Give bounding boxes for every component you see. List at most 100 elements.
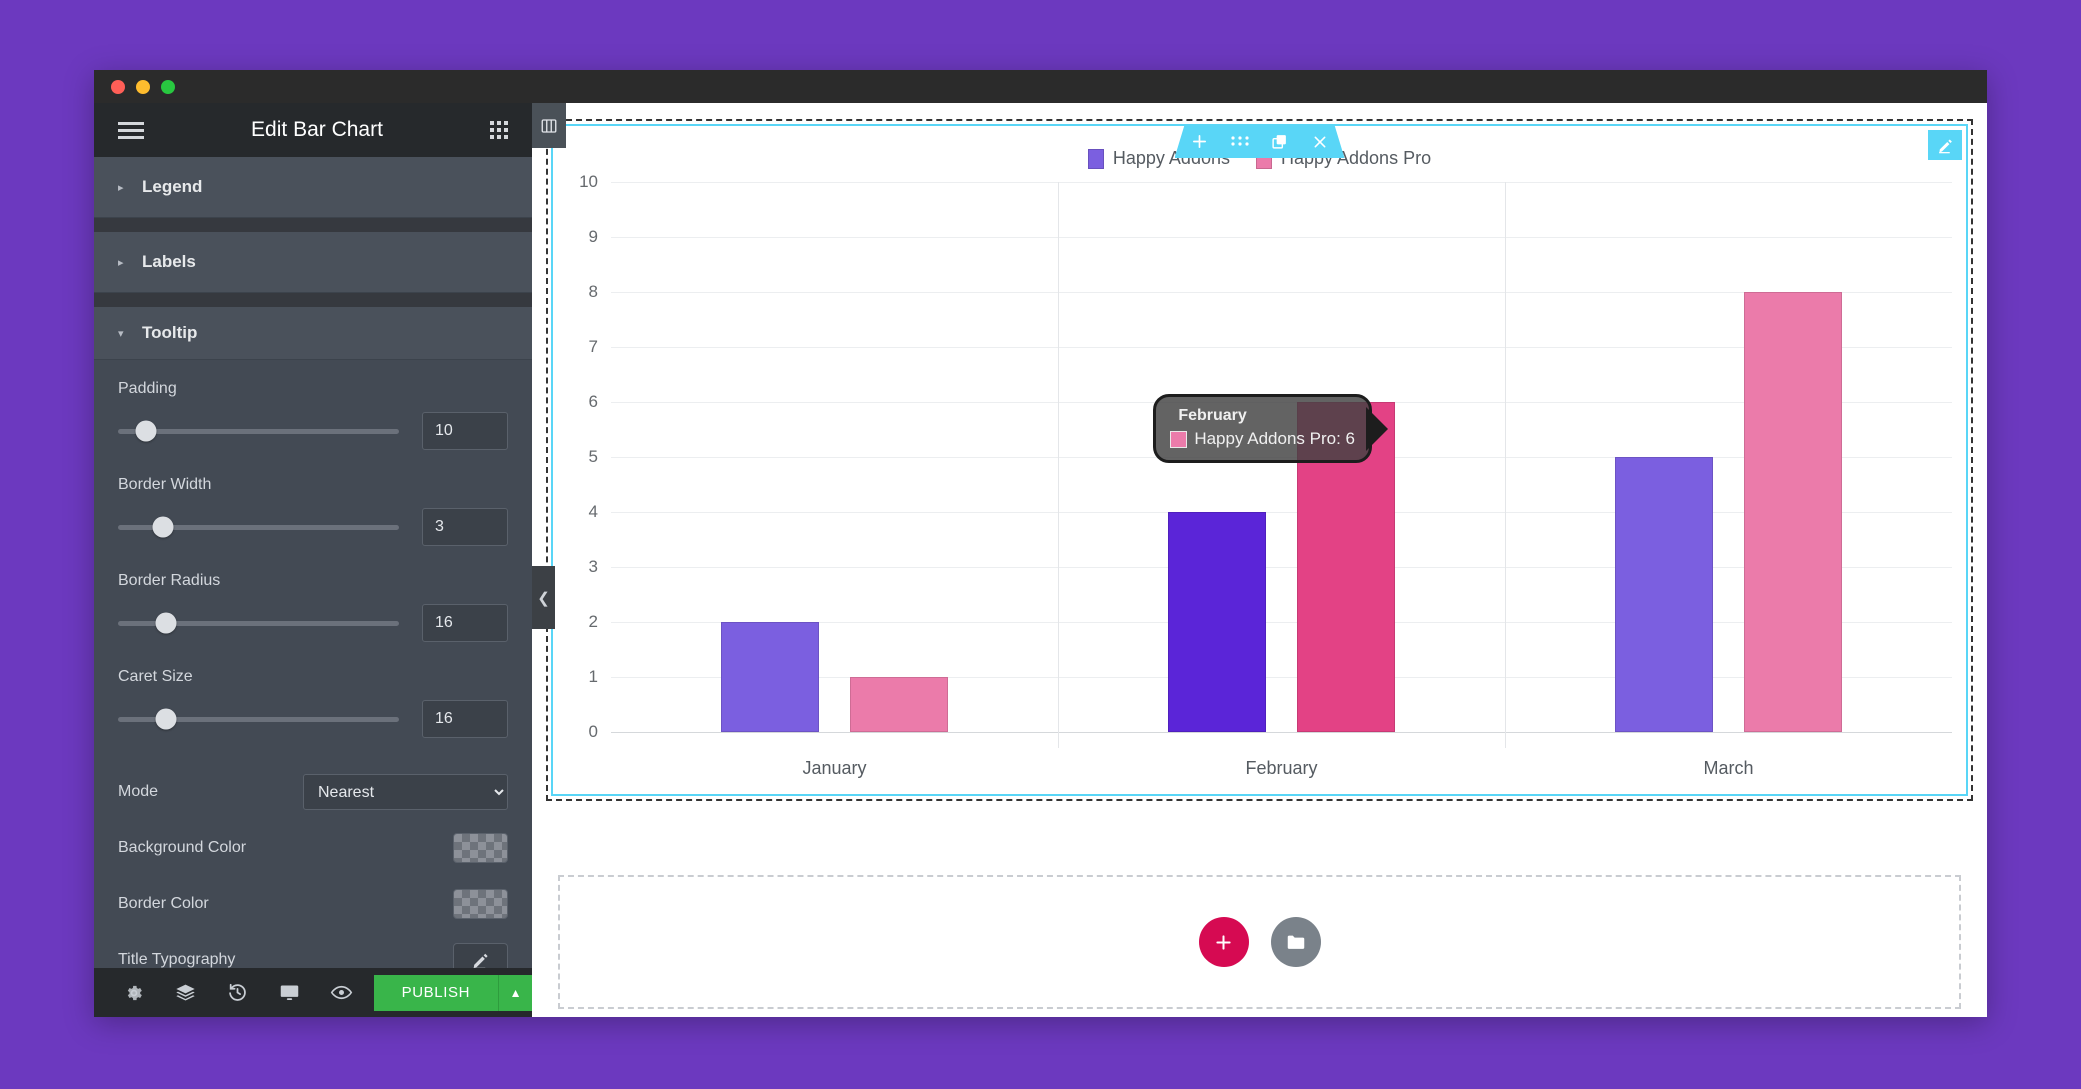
bar-march-series-1[interactable] bbox=[1744, 292, 1843, 732]
control-mode: Mode Nearest bbox=[94, 764, 532, 820]
y-axis-tick-label: 9 bbox=[588, 227, 598, 246]
panel-scroll-area[interactable]: ▸ Legend ▸ Labels ▾ Tooltip Padding 10 B… bbox=[94, 157, 532, 968]
section-duplicate-icon[interactable] bbox=[1263, 125, 1297, 158]
border-width-slider[interactable] bbox=[118, 516, 399, 538]
section-labels-label: Labels bbox=[142, 252, 196, 271]
caret-size-slider[interactable] bbox=[118, 708, 399, 730]
publish-options-caret[interactable]: ▲ bbox=[498, 974, 533, 1011]
tooltip-title: February bbox=[1178, 407, 1247, 424]
y-axis-tick-label: 6 bbox=[588, 392, 598, 411]
chevron-left-icon[interactable]: ❮ bbox=[532, 566, 555, 629]
widget-edit-pencil-icon[interactable] bbox=[1928, 130, 1962, 160]
window-close-button[interactable] bbox=[111, 79, 125, 94]
border-width-input[interactable]: 3 bbox=[422, 508, 508, 546]
chevron-down-icon: ▾ bbox=[118, 327, 124, 340]
y-axis-tick-label: 1 bbox=[588, 667, 598, 686]
x-axis-tick-label: February bbox=[1245, 758, 1318, 778]
section-tooltip-label: Tooltip bbox=[142, 323, 198, 342]
border-radius-slider-knob[interactable] bbox=[155, 612, 177, 634]
section-labels[interactable]: ▸ Labels bbox=[94, 232, 532, 293]
chevron-right-icon: ▸ bbox=[118, 256, 124, 269]
panel-header: Edit Bar Chart bbox=[94, 103, 532, 157]
border-color-label: Border Color bbox=[118, 895, 209, 912]
tooltip-caret-icon bbox=[1365, 406, 1388, 451]
section-tooltip[interactable]: ▾ Tooltip bbox=[94, 307, 532, 360]
tooltip-body-text: Happy Addons Pro: 6 bbox=[1194, 429, 1355, 448]
padding-slider[interactable] bbox=[118, 420, 399, 442]
preview-eye-icon[interactable] bbox=[316, 968, 368, 1017]
add-section-area bbox=[546, 817, 1973, 1017]
add-template-button[interactable] bbox=[1270, 917, 1321, 967]
y-axis-tick-label: 8 bbox=[588, 282, 598, 301]
section-divider bbox=[94, 218, 532, 232]
y-axis-tick-label: 5 bbox=[588, 447, 598, 466]
title-typography-edit-button[interactable] bbox=[453, 943, 508, 968]
y-axis-tick-label: 4 bbox=[588, 502, 598, 521]
window-zoom-button[interactable] bbox=[161, 79, 175, 94]
bar-january-series-1[interactable] bbox=[850, 677, 949, 732]
y-axis-tick-label: 0 bbox=[588, 722, 598, 741]
bar-february-series-0[interactable] bbox=[1167, 512, 1266, 732]
add-section-dropzone[interactable] bbox=[558, 875, 1961, 1009]
border-radius-input[interactable]: 16 bbox=[422, 604, 508, 642]
editor-canvas: ❮ Happy Addons Happy Addons Pro 0 1 2 3 … bbox=[532, 103, 1987, 1017]
padding-label: Padding bbox=[118, 380, 177, 397]
responsive-icon[interactable] bbox=[264, 968, 316, 1017]
section-drag-handle-icon[interactable] bbox=[1223, 125, 1257, 158]
panel-footer-toolbar: PUBLISH ▲ bbox=[94, 968, 533, 1017]
caret-size-label: Caret Size bbox=[118, 668, 193, 685]
control-border-width: Border Width 3 bbox=[94, 476, 532, 546]
x-axis-tick-label: March bbox=[1703, 758, 1754, 778]
border-radius-slider[interactable] bbox=[118, 612, 399, 634]
control-title-typography: Title Typography bbox=[94, 932, 532, 968]
bar-january-series-0[interactable] bbox=[720, 622, 819, 732]
mode-label: Mode bbox=[118, 783, 159, 800]
publish-button[interactable]: PUBLISH bbox=[373, 974, 498, 1011]
pencil-edit-icon bbox=[473, 953, 488, 968]
bar-chart-widget[interactable]: Happy Addons Happy Addons Pro 0123456789… bbox=[553, 126, 1966, 794]
elementor-editor-window: Edit Bar Chart ▸ Legend ▸ Labels ▾ Toolt… bbox=[94, 70, 1987, 1017]
legend-swatch-icon bbox=[1087, 148, 1104, 169]
elementor-section[interactable]: Happy Addons Happy Addons Pro 0123456789… bbox=[546, 119, 1973, 801]
tooltip-swatch-icon bbox=[1170, 430, 1188, 448]
section-close-x-icon[interactable] bbox=[1303, 125, 1337, 158]
gridline bbox=[611, 732, 1952, 733]
background-color-swatch[interactable] bbox=[453, 833, 508, 863]
window-minimize-button[interactable] bbox=[136, 79, 150, 94]
section-toolbar bbox=[1175, 125, 1345, 158]
title-typography-label: Title Typography bbox=[118, 951, 236, 968]
add-new-section-button[interactable] bbox=[1198, 917, 1249, 967]
section-divider bbox=[94, 293, 532, 307]
y-axis-tick-label: 2 bbox=[588, 612, 598, 631]
gridline bbox=[611, 237, 1952, 238]
section-inner: Happy Addons Happy Addons Pro 0123456789… bbox=[551, 124, 1968, 796]
x-axis-tick-label: January bbox=[802, 758, 867, 778]
gridline bbox=[611, 182, 1952, 183]
chevron-right-icon: ▸ bbox=[118, 181, 124, 194]
control-padding: Padding 10 bbox=[94, 380, 532, 450]
gear-icon[interactable] bbox=[108, 968, 160, 1017]
bar-march-series-0[interactable] bbox=[1614, 457, 1713, 732]
mode-select[interactable]: Nearest bbox=[303, 774, 508, 810]
layers-icon[interactable] bbox=[160, 968, 212, 1017]
control-border-color: Border Color bbox=[94, 876, 532, 932]
y-axis-tick-label: 10 bbox=[579, 172, 598, 191]
grid-apps-icon[interactable] bbox=[490, 121, 508, 139]
caret-size-slider-knob[interactable] bbox=[155, 708, 177, 730]
caret-size-input[interactable]: 16 bbox=[422, 700, 508, 738]
padding-input[interactable]: 10 bbox=[422, 412, 508, 450]
y-axis-tick-label: 7 bbox=[588, 337, 598, 356]
panel-title: Edit Bar Chart bbox=[251, 118, 383, 141]
dock-panel-icon[interactable] bbox=[532, 103, 566, 148]
border-width-slider-knob[interactable] bbox=[152, 516, 174, 538]
chart-tooltip: February Happy Addons Pro: 6 bbox=[1153, 394, 1388, 463]
border-color-swatch[interactable] bbox=[453, 889, 508, 919]
section-add-icon[interactable] bbox=[1183, 125, 1217, 158]
history-icon[interactable] bbox=[212, 968, 264, 1017]
window-body: Edit Bar Chart ▸ Legend ▸ Labels ▾ Toolt… bbox=[94, 103, 1987, 1017]
section-legend[interactable]: ▸ Legend bbox=[94, 157, 532, 218]
hamburger-icon[interactable] bbox=[118, 121, 144, 139]
padding-slider-knob[interactable] bbox=[135, 420, 157, 442]
window-titlebar bbox=[94, 70, 1987, 103]
category-separator bbox=[1058, 182, 1059, 748]
